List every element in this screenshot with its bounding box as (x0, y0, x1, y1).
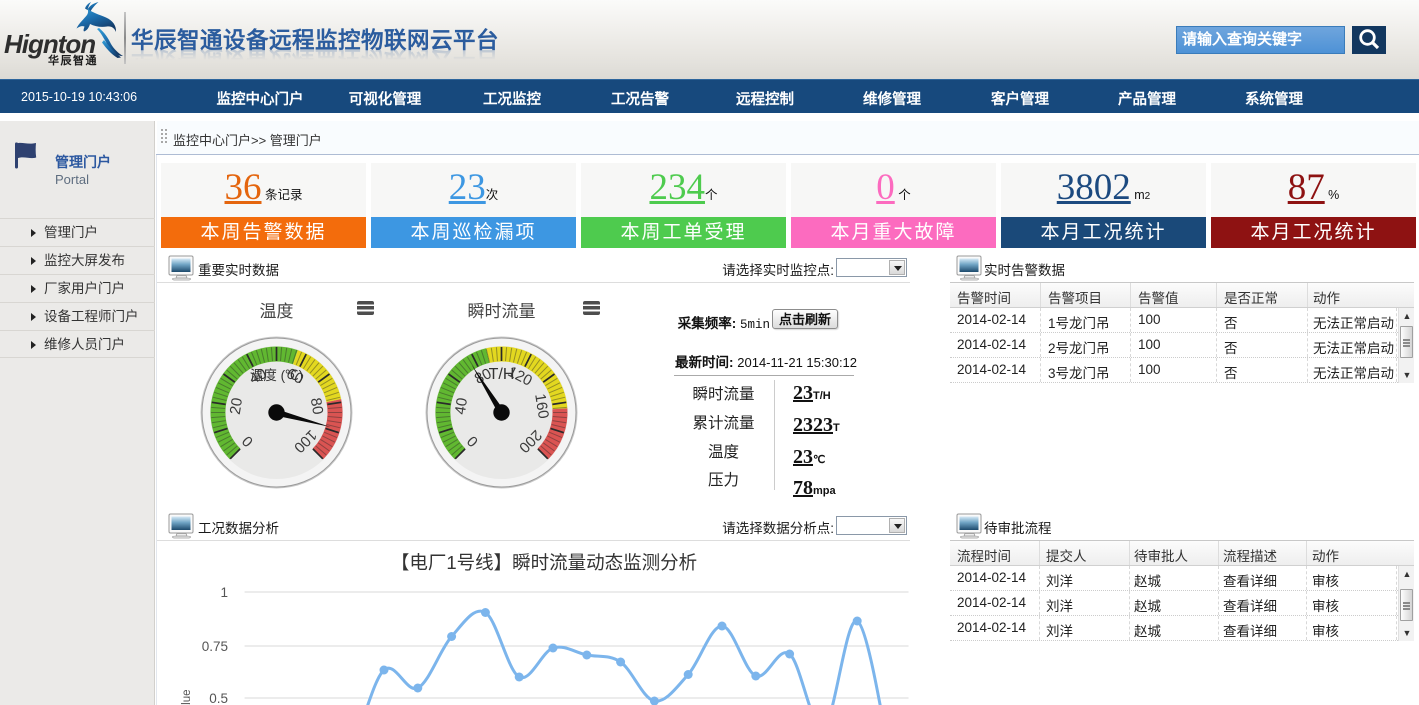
svg-text:1: 1 (220, 585, 228, 600)
svg-text:value: value (181, 690, 193, 705)
svg-text:80: 80 (307, 397, 326, 416)
svg-text:T/H: T/H (489, 366, 515, 383)
svg-text:0.75: 0.75 (202, 639, 228, 654)
svg-text:0.5: 0.5 (209, 691, 228, 705)
svg-text:40: 40 (452, 397, 471, 416)
svg-text:20: 20 (227, 397, 246, 416)
svg-text:温度 (℃): 温度 (℃) (250, 368, 303, 383)
svg-text:【电厂1号线】瞬时流量动态监测分析: 【电厂1号线】瞬时流量动态监测分析 (391, 552, 697, 573)
